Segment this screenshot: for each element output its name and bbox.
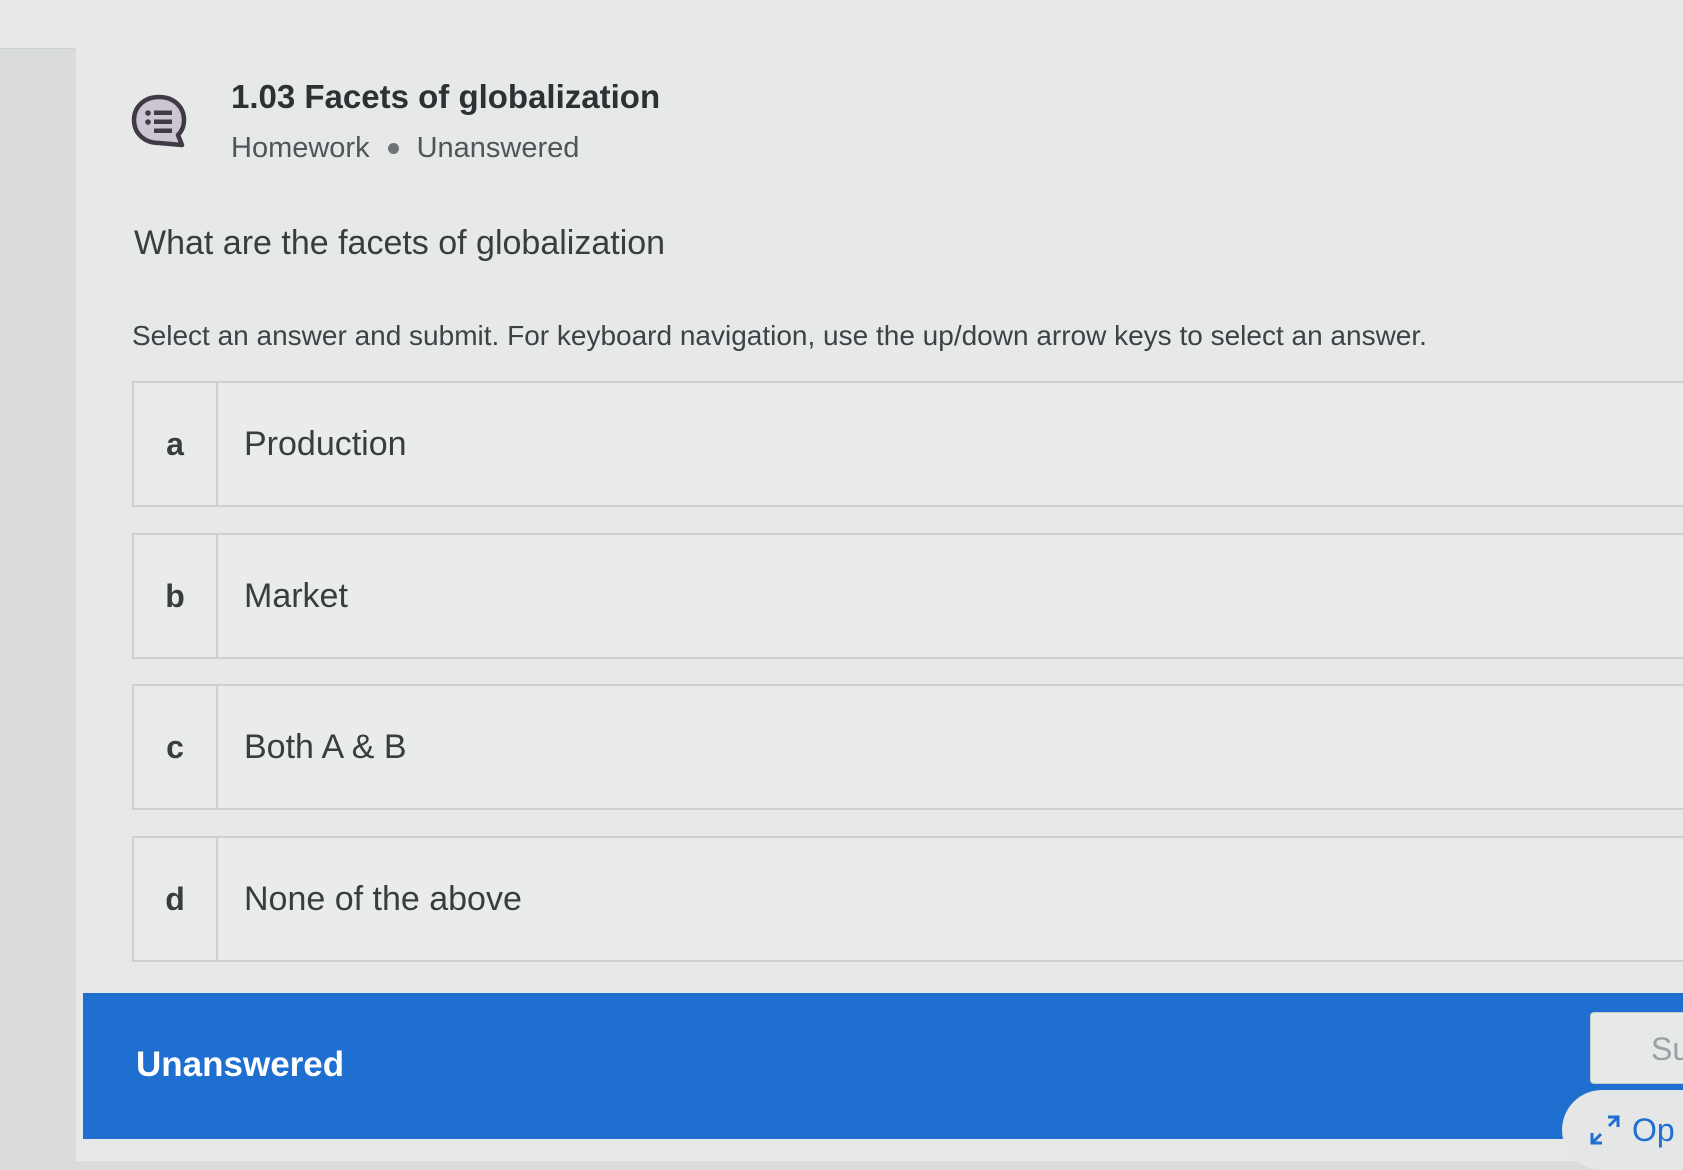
answer-option-a[interactable]: a Production xyxy=(132,381,1683,507)
list-speech-bubble-icon xyxy=(131,94,187,148)
option-letter: b xyxy=(134,535,218,657)
assignment-status: Unanswered xyxy=(416,132,580,164)
assignment-type: Homework xyxy=(231,132,370,164)
answer-option-b[interactable]: b Market xyxy=(132,533,1683,659)
option-text: None of the above xyxy=(244,879,522,918)
option-text: Production xyxy=(244,424,407,463)
question-prompt: What are the facets of globalization xyxy=(134,224,666,262)
open-button[interactable]: Op xyxy=(1562,1090,1683,1170)
answer-option-d[interactable]: d None of the above xyxy=(132,836,1683,962)
option-text: Market xyxy=(244,576,348,615)
assignment-meta: Homework Unanswered xyxy=(231,132,579,165)
answer-status-label: Unanswered xyxy=(136,1045,345,1084)
top-strip xyxy=(0,0,1683,49)
option-letter: c xyxy=(134,686,218,808)
option-letter: a xyxy=(134,383,218,505)
option-text: Both A & B xyxy=(244,727,407,766)
open-label: Op xyxy=(1632,1111,1675,1148)
question-instructions: Select an answer and submit. For keyboar… xyxy=(132,320,1427,351)
option-letter: d xyxy=(134,838,218,960)
answer-option-c[interactable]: c Both A & B xyxy=(132,684,1683,810)
separator-dot xyxy=(387,143,399,154)
assignment-title: 1.03 Facets of globalization xyxy=(231,78,661,115)
submit-button[interactable]: Su xyxy=(1590,1012,1683,1084)
expand-icon xyxy=(1590,1115,1620,1145)
